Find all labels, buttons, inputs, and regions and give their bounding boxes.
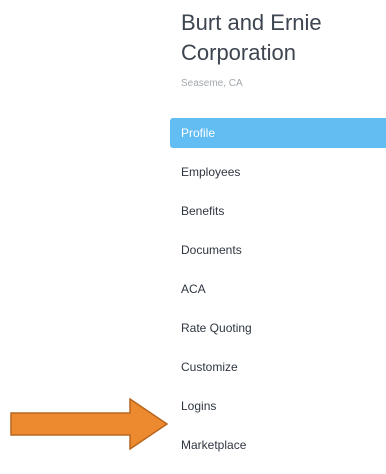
nav-item-employees[interactable]: Employees xyxy=(170,157,386,187)
company-name: Burt and Ernie Corporation xyxy=(181,10,322,65)
nav-item-documents[interactable]: Documents xyxy=(170,235,386,265)
company-nav: Profile Employees Benefits Documents ACA… xyxy=(170,118,386,469)
nav-item-aca[interactable]: ACA xyxy=(170,274,386,304)
company-page: Burt and Ernie Corporation Seaseme, CA P… xyxy=(0,0,386,474)
nav-item-customize[interactable]: Customize xyxy=(170,352,386,382)
nav-item-profile[interactable]: Profile xyxy=(170,118,386,148)
nav-item-rate-quoting[interactable]: Rate Quoting xyxy=(170,313,386,343)
nav-item-logins[interactable]: Logins xyxy=(170,391,386,421)
company-location: Seaseme, CA xyxy=(181,78,243,89)
nav-item-benefits[interactable]: Benefits xyxy=(170,196,386,226)
arrow-right-icon xyxy=(10,398,168,450)
nav-item-marketplace[interactable]: Marketplace xyxy=(170,430,386,460)
